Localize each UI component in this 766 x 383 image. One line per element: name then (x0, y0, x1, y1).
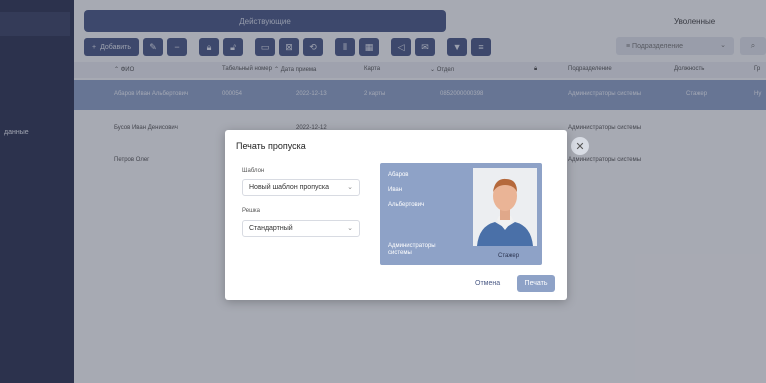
template-select[interactable]: Новый шаблон пропуска ⌄ (242, 179, 360, 196)
chevron-down-icon: ⌄ (347, 225, 353, 232)
close-icon: ✕ (575, 140, 585, 153)
print-button[interactable]: Печать (517, 275, 555, 292)
card-middle-name: Альбертович (388, 202, 425, 208)
template-label: Шаблон (242, 168, 265, 174)
card-last-name: Абаров (388, 172, 409, 178)
solution-select-value: Стандартный (249, 225, 293, 232)
dialog-title: Печать пропуска (236, 141, 306, 151)
pass-preview-card: Абаров Иван Альбертович Администраторы с… (380, 163, 542, 265)
cancel-button[interactable]: Отмена (475, 280, 500, 287)
print-pass-dialog: Печать пропуска Шаблон Новый шаблон проп… (225, 130, 567, 300)
solution-select[interactable]: Стандартный ⌄ (242, 220, 360, 237)
card-first-name: Иван (388, 187, 403, 193)
card-unit: Администраторы системы (388, 243, 436, 256)
employee-photo (473, 168, 537, 246)
person-photo-icon (473, 168, 537, 246)
template-select-value: Новый шаблон пропуска (249, 184, 330, 191)
card-position: Стажер (498, 253, 520, 259)
app-window: данные Действующие Уволенные + Добавить … (0, 0, 766, 383)
close-dialog-button[interactable]: ✕ (571, 137, 589, 155)
solution-label: Решка (242, 208, 260, 214)
chevron-down-icon: ⌄ (347, 184, 353, 191)
